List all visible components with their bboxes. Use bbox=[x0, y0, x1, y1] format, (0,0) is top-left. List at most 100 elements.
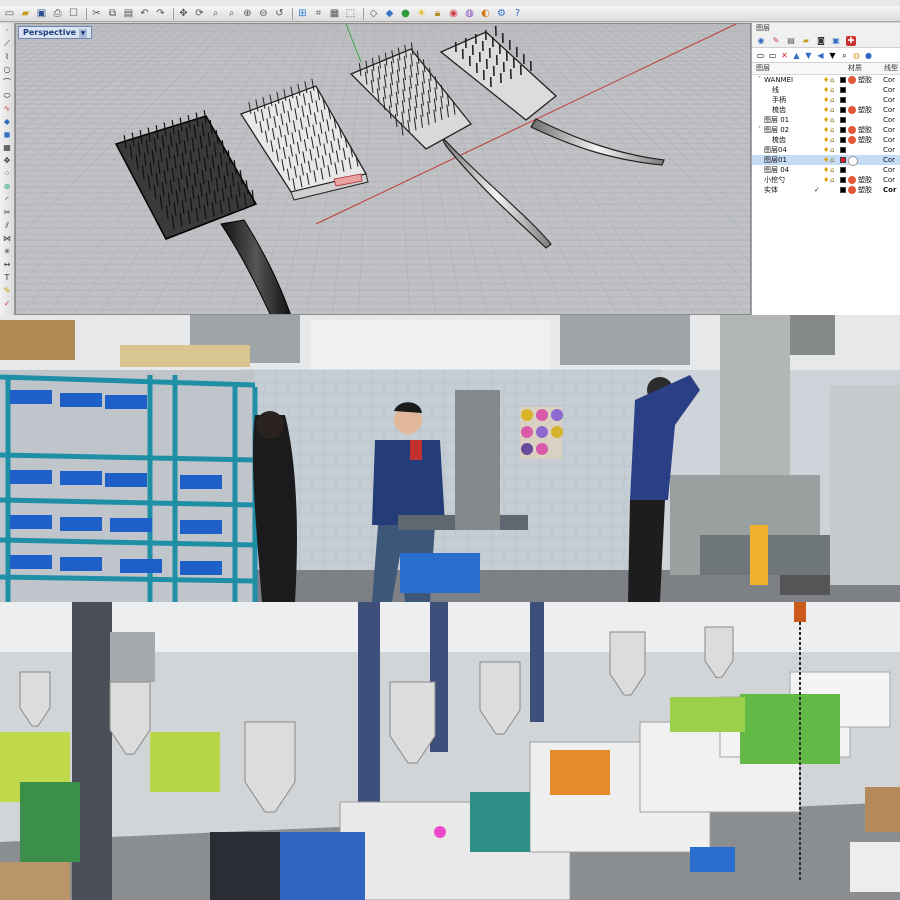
curve-icon[interactable]: ∿ bbox=[2, 104, 12, 114]
layer-color-swatch[interactable] bbox=[840, 167, 846, 173]
render-tool-icon[interactable]: ✓ bbox=[2, 299, 12, 309]
layer-color-swatch[interactable] bbox=[840, 137, 846, 143]
expand-toggle-icon[interactable]: ˅ bbox=[758, 75, 761, 85]
rotate-view-icon[interactable]: ⟳ bbox=[193, 7, 206, 20]
visibility-bulb-icon[interactable]: ♦ bbox=[823, 96, 829, 104]
lock-icon[interactable]: ⌂ bbox=[830, 166, 836, 174]
redo-icon[interactable]: ↷ bbox=[154, 7, 167, 20]
lights-icon[interactable]: ☀ bbox=[415, 7, 428, 20]
filter-icon[interactable]: ▼ bbox=[828, 51, 837, 60]
pen-tab-icon[interactable]: ✎ bbox=[771, 36, 781, 46]
brush-model-4[interactable] bbox=[439, 25, 665, 166]
search-icon[interactable]: ⌕ bbox=[840, 51, 849, 60]
set-cplane-icon[interactable]: ⌗ bbox=[312, 7, 325, 20]
layer-color-swatch[interactable] bbox=[840, 97, 846, 103]
lock-icon[interactable]: ⌂ bbox=[830, 96, 836, 104]
layer-row[interactable]: 手柄 ♦ ⌂ Cor bbox=[752, 95, 900, 105]
delete-icon[interactable]: ✕ bbox=[780, 51, 789, 60]
circle-icon[interactable]: ○ bbox=[2, 65, 12, 75]
properties-icon[interactable]: ☐ bbox=[67, 7, 80, 20]
layer-name[interactable]: 线 bbox=[772, 85, 779, 95]
layer-row[interactable]: 图层01 ♦ ⌂ Cor bbox=[752, 155, 900, 166]
layer-row[interactable]: 梳齿 ♦ ⌂ 塑胶 Cor bbox=[752, 105, 900, 115]
print-icon[interactable]: ⎙ bbox=[51, 7, 64, 20]
layer-row[interactable]: 图层04 ♦ ⌂ Cor bbox=[752, 145, 900, 155]
lock-icon[interactable]: ⌂ bbox=[830, 76, 836, 84]
layer-color-swatch[interactable] bbox=[840, 157, 846, 163]
zoom-extents-icon[interactable]: ⊕ bbox=[241, 7, 254, 20]
named-view-icon[interactable]: ▦ bbox=[328, 7, 341, 20]
brush-model-2[interactable] bbox=[240, 78, 369, 201]
visibility-bulb-icon[interactable]: ♦ bbox=[823, 76, 829, 84]
layer-row[interactable]: ˅ 图层 02 ♦ ⌂ 塑胶 Cor bbox=[752, 125, 900, 135]
lock-icon[interactable]: ⌂ bbox=[830, 126, 836, 134]
layers-tab-icon[interactable]: ▤ bbox=[786, 36, 796, 46]
copy-icon[interactable]: ⧉ bbox=[106, 7, 119, 20]
layer-name[interactable]: 梳齿 bbox=[772, 135, 786, 145]
material-icon[interactable]: ◍ bbox=[463, 7, 476, 20]
ellipse-icon[interactable]: ⬭ bbox=[2, 91, 12, 101]
layer-row[interactable]: ˅ WANMEI ♦ ⌂ 塑胶 Cor bbox=[752, 75, 900, 85]
palette-icon[interactable]: ◍ bbox=[852, 51, 861, 60]
layer-row[interactable]: 实体 ✓ 塑胶 Cor bbox=[752, 185, 900, 195]
layer-name[interactable]: 手柄 bbox=[772, 95, 786, 105]
visibility-bulb-icon[interactable]: ♦ bbox=[823, 176, 829, 184]
visibility-bulb-icon[interactable]: ♦ bbox=[823, 136, 829, 144]
layer-color-swatch[interactable] bbox=[840, 147, 846, 153]
layer-color-swatch[interactable] bbox=[840, 177, 846, 183]
brush-models[interactable] bbox=[16, 24, 751, 315]
layer-name[interactable]: 梳齿 bbox=[772, 105, 786, 115]
visibility-bulb-icon[interactable]: ♦ bbox=[823, 116, 829, 124]
mesh-icon[interactable]: ▦ bbox=[2, 143, 12, 153]
material-sphere-icon[interactable] bbox=[848, 136, 856, 144]
zoom-icon[interactable]: ⌕ bbox=[209, 7, 222, 20]
wireframe-icon[interactable]: ◇ bbox=[367, 7, 380, 20]
new-file-icon[interactable]: ▭ bbox=[3, 7, 16, 20]
current-layer-check-icon[interactable]: ✓ bbox=[814, 186, 820, 194]
lock-icon[interactable]: ⌂ bbox=[830, 136, 836, 144]
fillet-icon[interactable]: ◜ bbox=[2, 195, 12, 205]
visibility-bulb-icon[interactable]: ♦ bbox=[823, 156, 829, 164]
trim-icon[interactable]: ✂ bbox=[2, 208, 12, 218]
analyze-icon[interactable]: ✎ bbox=[2, 286, 12, 296]
lock-icon[interactable]: ⌂ bbox=[830, 86, 836, 94]
lock-icon[interactable]: ⌂ bbox=[830, 106, 836, 114]
help-tab-icon[interactable]: ✚ bbox=[846, 35, 856, 46]
folder-tab-icon[interactable]: ▰ bbox=[801, 36, 811, 46]
lock-icon[interactable]: ⌂ bbox=[830, 146, 836, 154]
options-icon[interactable]: ⚙ bbox=[495, 7, 508, 20]
dimension-icon[interactable]: ↔ bbox=[2, 260, 12, 270]
rendered-icon[interactable]: ● bbox=[399, 7, 412, 20]
lock-icon[interactable]: ⌂ bbox=[830, 116, 836, 124]
perspective-viewport[interactable]: Perspective ▼ bbox=[15, 23, 751, 315]
zoom-window-icon[interactable]: ⌕ bbox=[225, 7, 238, 20]
layer-color-swatch[interactable] bbox=[840, 77, 846, 83]
layer-row[interactable]: 梳齿 ♦ ⌂ 塑胶 Cor bbox=[752, 135, 900, 145]
new-sublayer-icon[interactable]: ▭ bbox=[768, 51, 777, 60]
point-icon[interactable]: · bbox=[2, 26, 12, 36]
display-tab-icon[interactable]: ▣ bbox=[831, 36, 841, 46]
lock-icon[interactable]: ⌂ bbox=[830, 156, 836, 164]
split-icon[interactable]: ⫽ bbox=[2, 221, 12, 231]
move-down-icon[interactable]: ▼ bbox=[804, 51, 813, 60]
layer-name[interactable]: 图层01 bbox=[764, 155, 787, 165]
four-viewports-icon[interactable]: ⊞ bbox=[296, 7, 309, 20]
solid-icon[interactable]: ◼ bbox=[2, 130, 12, 140]
save-icon[interactable]: ▣ bbox=[35, 7, 48, 20]
layer-color-swatch[interactable] bbox=[840, 87, 846, 93]
help-icon[interactable]: ? bbox=[511, 7, 524, 20]
expand-toggle-icon[interactable]: ˅ bbox=[758, 125, 761, 135]
layer-name[interactable]: 实体 bbox=[764, 185, 778, 195]
visibility-bulb-icon[interactable]: ♦ bbox=[823, 86, 829, 94]
properties-tab-icon[interactable]: ◉ bbox=[756, 36, 766, 46]
boolean-icon[interactable]: ⊕ bbox=[2, 182, 12, 192]
layer-name[interactable]: WANMEI bbox=[764, 75, 793, 85]
layer-row[interactable]: 图层 04 ♦ ⌂ Cor bbox=[752, 165, 900, 175]
polyline-icon[interactable]: ⌇ bbox=[2, 52, 12, 62]
move-out-icon[interactable]: ◀ bbox=[816, 51, 825, 60]
transform-icon[interactable]: ✥ bbox=[2, 156, 12, 166]
material-sphere-icon[interactable] bbox=[848, 186, 856, 194]
render-icon[interactable]: ◐ bbox=[479, 7, 492, 20]
help-icon[interactable]: ● bbox=[864, 51, 873, 60]
explode-icon[interactable]: ✳ bbox=[2, 247, 12, 257]
